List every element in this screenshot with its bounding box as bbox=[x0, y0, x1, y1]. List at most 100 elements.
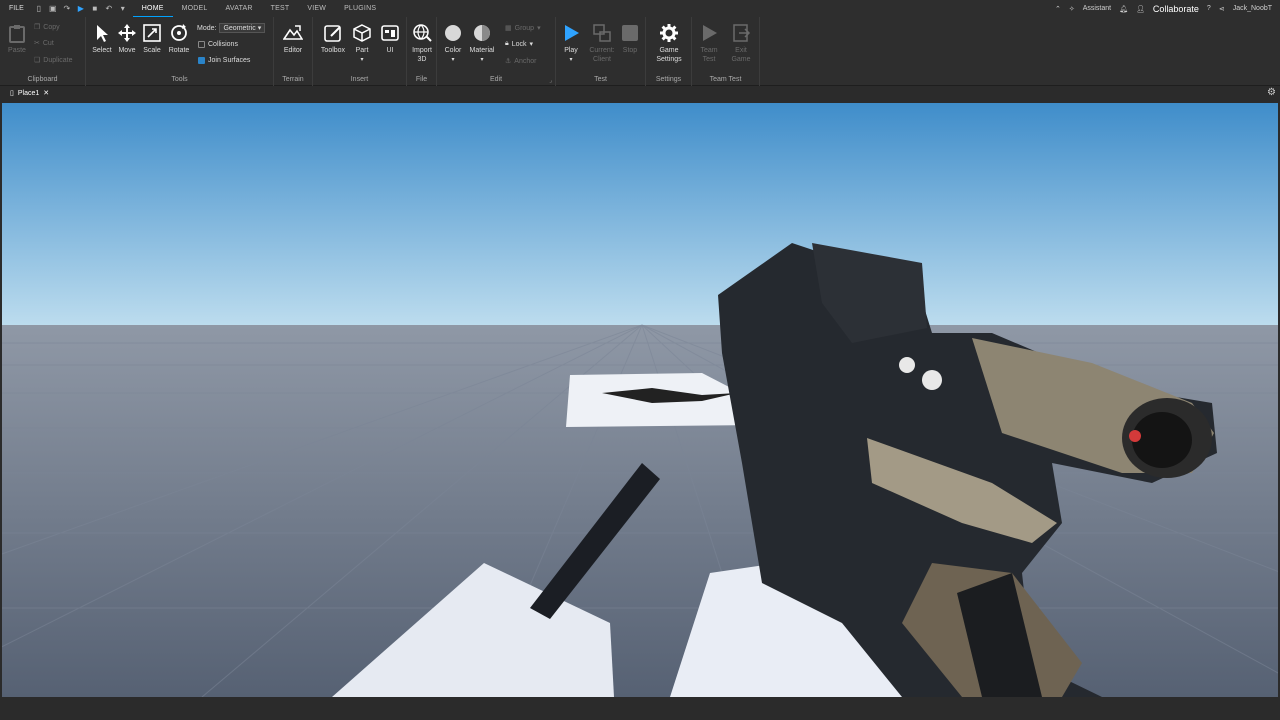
play-icon bbox=[565, 25, 579, 41]
anchor-icon: ⚓︎ bbox=[505, 58, 512, 65]
tab-avatar[interactable]: AVATAR bbox=[217, 0, 262, 17]
place-file-icon: ▯ bbox=[10, 90, 14, 97]
join-surfaces-checkbox bbox=[198, 57, 205, 64]
part-icon bbox=[353, 24, 371, 42]
tools-group: Select Move Scale Rotate Mode: Geometric… bbox=[86, 17, 274, 86]
mode-selector[interactable]: Mode: Geometric ▾ bbox=[197, 23, 266, 33]
rotate-button[interactable]: Rotate bbox=[166, 23, 192, 55]
new-file-icon[interactable]: ▯ bbox=[35, 4, 43, 13]
terrain-editor-button[interactable]: Editor bbox=[280, 23, 306, 55]
quick-access-toolbar: ▯ ▣ ↷ ▶ ■ ↶ ▾ bbox=[35, 4, 127, 13]
scale-button[interactable]: Scale bbox=[140, 23, 164, 55]
file-group: Import 3D File bbox=[407, 17, 437, 86]
tools-group-label: Tools bbox=[171, 76, 188, 83]
tab-test[interactable]: TEST bbox=[262, 0, 299, 17]
select-button[interactable]: Select bbox=[90, 23, 114, 55]
edit-group: Color ▾ Material ▾ ▦ Group ▾ 🔒︎ Lock ▾ ⚓︎ Ancho… bbox=[437, 17, 556, 86]
paste-button[interactable]: Paste bbox=[6, 23, 28, 55]
lock-button[interactable]: 🔒︎ Lock ▾ bbox=[505, 40, 533, 48]
terrain-group-label: Terrain bbox=[282, 76, 304, 83]
mode-label: Mode: bbox=[197, 24, 217, 32]
menu-bar: FILE ▯ ▣ ↷ ▶ ■ ↶ ▾ HOME MODEL AVATAR TES… bbox=[0, 0, 1280, 17]
play-button[interactable]: Play ▾ bbox=[559, 23, 583, 65]
assistant-icon: ✧ bbox=[1068, 5, 1075, 13]
viewport-scene bbox=[2, 103, 1278, 697]
copy-icon: ❐ bbox=[34, 24, 41, 31]
import-3d-button[interactable]: Import 3D bbox=[409, 23, 435, 64]
group-icon: ▦ bbox=[505, 25, 512, 32]
clipboard-group-label: Clipboard bbox=[27, 76, 58, 83]
cut-icon: ✂ bbox=[34, 40, 40, 47]
scale-icon bbox=[143, 24, 161, 42]
tab-place1-label: Place1 bbox=[17, 89, 40, 97]
team-test-group-label: Team Test bbox=[709, 76, 742, 83]
part-button[interactable]: Part ▾ bbox=[351, 23, 373, 65]
current-client-icon bbox=[593, 24, 611, 42]
redo-icon[interactable]: ↷ bbox=[63, 4, 71, 13]
play-icon[interactable]: ▶ bbox=[77, 4, 85, 13]
color-icon bbox=[445, 25, 461, 41]
stop-button[interactable]: Stop bbox=[618, 23, 642, 55]
rotate-icon bbox=[171, 24, 187, 41]
cut-button[interactable]: ✂ Cut bbox=[34, 39, 54, 48]
save-icon[interactable]: ▣ bbox=[49, 4, 57, 13]
undo-icon[interactable]: ↶ bbox=[105, 4, 113, 13]
notifications-icon[interactable]: 🔔︎ bbox=[1119, 5, 1128, 13]
game-settings-icon bbox=[660, 24, 678, 42]
stop-icon bbox=[622, 25, 638, 41]
game-settings-button[interactable]: Game Settings bbox=[653, 23, 685, 64]
stop-icon[interactable]: ■ bbox=[91, 4, 99, 13]
move-button[interactable]: Move bbox=[115, 23, 139, 55]
user-name[interactable]: Jack_NoobT bbox=[1233, 5, 1272, 12]
select-icon bbox=[97, 25, 108, 42]
tab-plugins[interactable]: PLUGINS bbox=[335, 0, 385, 17]
duplicate-button[interactable]: ❏ Duplicate bbox=[34, 56, 72, 65]
gear-icon[interactable]: ⚙ bbox=[1267, 87, 1276, 98]
join-surfaces-toggle[interactable]: Join Surfaces bbox=[198, 57, 250, 64]
status-bar bbox=[0, 697, 1280, 720]
tab-model[interactable]: MODEL bbox=[173, 0, 217, 17]
lock-icon: 🔒︎ bbox=[505, 40, 509, 47]
ui-button[interactable]: UI bbox=[379, 23, 401, 55]
sky bbox=[2, 103, 1278, 325]
mode-dropdown[interactable]: Geometric ▾ bbox=[219, 23, 266, 33]
current-client-button[interactable]: Current: Client bbox=[586, 23, 618, 64]
team-test-icon bbox=[703, 25, 717, 41]
file-menu[interactable]: FILE bbox=[0, 5, 33, 12]
exit-game-button[interactable]: Exit Game bbox=[728, 23, 754, 64]
color-button[interactable]: Color ▾ bbox=[441, 23, 465, 65]
material-button[interactable]: Material ▾ bbox=[467, 23, 497, 65]
tab-view[interactable]: VIEW bbox=[298, 0, 335, 17]
test-group: Play ▾ Current: Client Stop Test bbox=[556, 17, 646, 86]
team-test-group: Team Test Exit Game Team Test bbox=[692, 17, 760, 86]
ribbon: Paste ❐ Copy ✂ Cut ❏ Duplicate Clipboard Se… bbox=[0, 17, 1280, 86]
clipboard-group: Paste ❐ Copy ✂ Cut ❏ Duplicate Clipboard bbox=[0, 17, 86, 86]
copy-button[interactable]: ❐ Copy bbox=[34, 23, 60, 32]
anchor-button[interactable]: ⚓︎ Anchor bbox=[505, 57, 536, 66]
toolbox-button[interactable]: Toolbox bbox=[317, 23, 349, 55]
test-group-label: Test bbox=[594, 76, 607, 83]
team-test-button[interactable]: Team Test bbox=[696, 23, 722, 64]
paste-icon bbox=[9, 25, 25, 43]
terrain-editor-icon bbox=[283, 25, 303, 40]
assistant-button[interactable]: Assistant bbox=[1083, 5, 1111, 12]
edit-group-label: Edit bbox=[489, 76, 503, 83]
help-icon[interactable]: ? bbox=[1207, 5, 1211, 12]
exit-game-icon bbox=[733, 24, 751, 42]
share-icon[interactable]: ⋖ bbox=[1219, 5, 1225, 13]
file-group-label: File bbox=[415, 76, 428, 83]
duplicate-icon: ❏ bbox=[34, 57, 41, 64]
settings-group-label: Settings bbox=[655, 76, 682, 83]
customize-icon[interactable]: ▾ bbox=[119, 4, 127, 13]
insert-group-label: Insert bbox=[350, 76, 369, 83]
tab-home[interactable]: HOME bbox=[132, 0, 173, 17]
expand-icon[interactable]: ⌃ bbox=[1055, 5, 1061, 13]
collaborate-button[interactable]: Collaborate bbox=[1153, 4, 1199, 14]
group-button[interactable]: ▦ Group ▾ bbox=[505, 24, 541, 33]
import-3d-icon bbox=[413, 24, 432, 42]
edit-expand-icon[interactable]: ⌟ bbox=[549, 77, 552, 84]
close-icon[interactable]: ✕ bbox=[43, 89, 49, 97]
collisions-toggle[interactable]: Collisions bbox=[198, 41, 238, 48]
tab-place1[interactable]: ▯ Place1 ✕ bbox=[6, 86, 54, 100]
3d-viewport[interactable] bbox=[2, 103, 1278, 697]
